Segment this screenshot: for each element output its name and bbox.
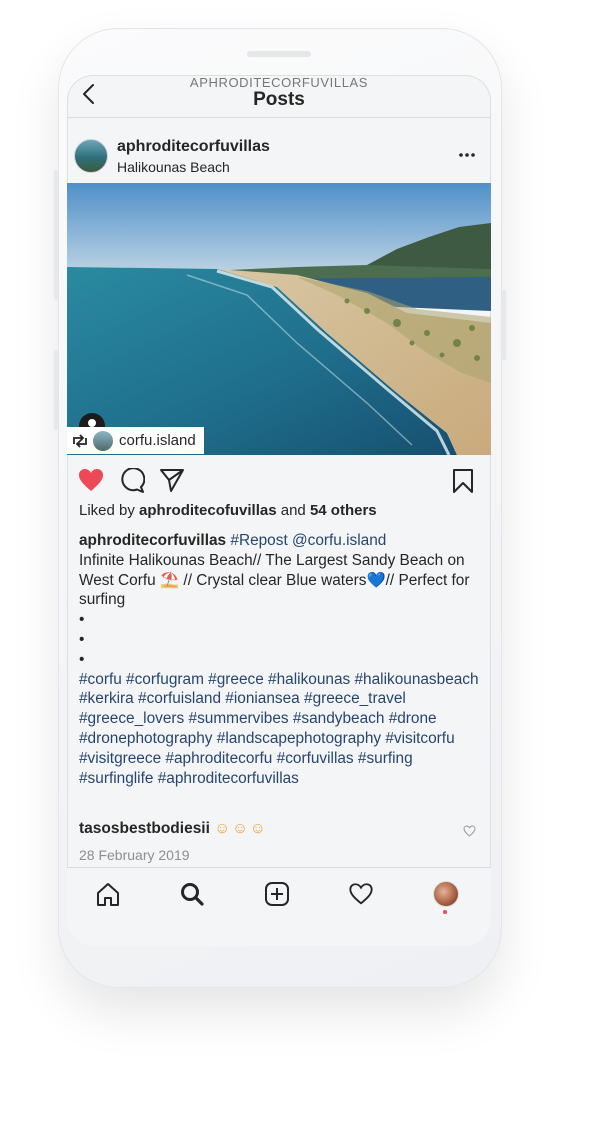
caption-bullet: • — [79, 650, 85, 668]
comment-emojis: ☺☺☺ — [214, 820, 268, 837]
likes-user[interactable]: aphroditecofuvillas — [139, 502, 277, 519]
notification-dot — [443, 910, 447, 914]
comment-row: tasosbestbodiesii ☺☺☺ — [79, 820, 268, 838]
add-post-icon[interactable] — [264, 881, 290, 907]
caption-bullet: • — [79, 611, 85, 629]
likes-and: and — [276, 502, 310, 519]
bookmark-icon[interactable] — [452, 468, 474, 494]
repost-username: corfu.island — [119, 432, 196, 449]
beach-umbrella-emoji: ⛱️ — [159, 571, 180, 589]
page-title: Posts — [253, 89, 305, 110]
phone-side-button — [54, 350, 58, 430]
app-screen: APHRODITECORFUVILLAS Posts aphroditecorf… — [67, 75, 491, 946]
top-bar: APHRODITECORFUVILLAS Posts — [67, 75, 491, 118]
phone-side-button — [502, 290, 506, 360]
blue-heart-emoji: 💙 — [366, 571, 386, 589]
post-photo[interactable] — [67, 183, 491, 455]
more-dots-icon[interactable] — [459, 153, 475, 157]
comment-like-icon[interactable] — [463, 825, 476, 837]
search-icon[interactable] — [179, 881, 205, 907]
likes-line: Liked by aphroditecofuvillas and 54 othe… — [79, 502, 377, 519]
repost-avatar — [93, 430, 113, 451]
caption-bullet: • — [79, 630, 85, 648]
profile-avatar-icon[interactable] — [433, 881, 459, 907]
likes-prefix: Liked by — [79, 502, 140, 519]
paper-plane-icon[interactable] — [159, 467, 185, 493]
phone-speaker — [247, 51, 311, 57]
likes-others[interactable]: 54 others — [310, 502, 377, 519]
account-name: APHRODITECORFUVILLAS — [189, 75, 369, 90]
post-date: 28 February 2019 — [79, 847, 190, 863]
post-caption: aphroditecorfuvillas #Repost @corfu.isla… — [79, 531, 483, 788]
phone-side-button — [54, 170, 58, 300]
post-username[interactable]: aphroditecorfuvillas — [117, 138, 270, 156]
comment-username[interactable]: tasosbestbodiesii — [79, 820, 210, 837]
home-icon[interactable] — [95, 881, 121, 907]
comment-bubble-icon[interactable] — [119, 468, 145, 494]
caption-hashtag-repost[interactable]: #Repost — [230, 532, 287, 549]
bottom-tab-bar — [67, 867, 491, 946]
caption-username[interactable]: aphroditecorfuvillas — [79, 532, 226, 549]
post-location[interactable]: Halikounas Beach — [117, 159, 230, 175]
caption-body: Infinite Halikounas Beach// The Largest … — [79, 551, 483, 610]
caption-mention[interactable]: @corfu.island — [292, 532, 386, 549]
caption-hashtags[interactable]: #corfu #corfugram #greece #halikounas #h… — [79, 670, 483, 789]
caption-line2: // Crystal clear Blue waters — [179, 571, 367, 589]
heart-outline-icon[interactable] — [348, 881, 374, 907]
heart-filled-icon[interactable] — [77, 467, 105, 493]
post-avatar[interactable] — [74, 139, 108, 173]
repost-icon — [73, 433, 87, 448]
repost-badge[interactable]: corfu.island — [67, 427, 204, 454]
